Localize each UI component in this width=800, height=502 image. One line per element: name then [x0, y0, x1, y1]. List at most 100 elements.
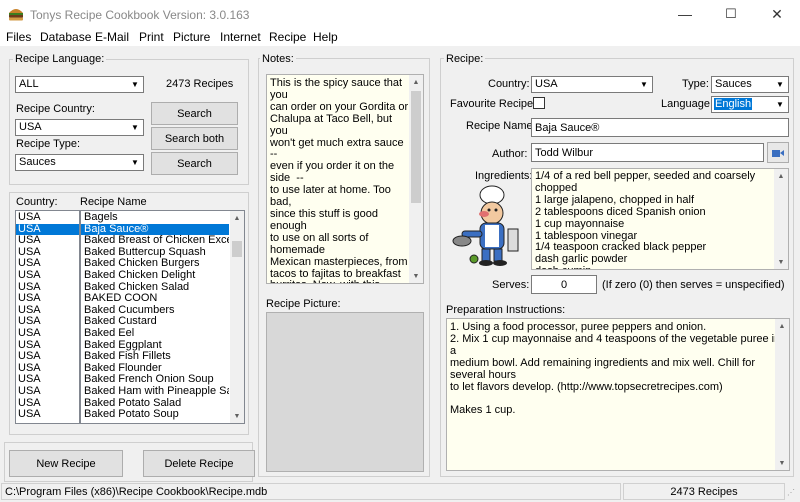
recipe-list-item[interactable]: Baked Eel	[81, 328, 229, 340]
country-list[interactable]: USA USA USA USA USA USA USA USA USA USA USA USA USA U…	[15, 210, 80, 424]
menu-recipe[interactable]: Recipe	[269, 30, 306, 44]
recipe-list-item[interactable]: Baked Cucumbers	[81, 305, 229, 317]
delete-recipe-button[interactable]: Delete Recipe	[143, 450, 255, 477]
recipe-name-input[interactable]: Baja Sauce®	[531, 118, 789, 137]
preparation-textarea[interactable]: 1. Using a food processor, puree peppers…	[446, 318, 790, 471]
ingredient-line: 1/4 of a red bell pepper, seeded and coa…	[535, 170, 759, 194]
notes-line: won't get much extra sauce --	[270, 136, 407, 161]
country-select[interactable]: USA ▼	[531, 76, 653, 93]
recipe-language-select[interactable]: ALL ▼	[15, 76, 144, 93]
recipe-list-item[interactable]: Baked Chicken Salad	[81, 282, 229, 294]
recipe-list-item[interactable]: Baked Chicken Burgers	[81, 258, 229, 270]
country-list-item[interactable]: USA	[16, 385, 79, 398]
maximize-button[interactable]: ☐	[708, 0, 754, 28]
menu-internet[interactable]: Internet	[220, 30, 261, 44]
scroll-down-icon[interactable]: ▼	[774, 255, 788, 269]
recipe-list-item[interactable]: Baked French Onion Soup	[81, 374, 229, 386]
recipe-list-item[interactable]: Baked Potato Salad	[81, 398, 229, 410]
notes-label: Notes:	[260, 53, 296, 65]
scroll-up-icon[interactable]: ▲	[774, 169, 788, 183]
recipe-list-item[interactable]: Baked Potato Soup	[81, 409, 229, 421]
menu-database[interactable]: Database	[40, 30, 91, 44]
search-type-button[interactable]: Search	[151, 152, 238, 175]
minimize-button[interactable]: —	[662, 0, 708, 28]
recipe-list-item[interactable]: Baked Fish Fillets	[81, 351, 229, 363]
type-select[interactable]: Sauces ▼	[711, 76, 789, 93]
favourite-recipe-checkbox[interactable]	[533, 97, 545, 109]
recipe-list-item[interactable]: Baked Ham with Pineapple Sauce	[81, 386, 229, 398]
notes-scrollbar[interactable]: ▲ ▼	[409, 75, 423, 283]
search-button[interactable]: Search	[151, 102, 238, 125]
preparation-line: 2. Mix 1 cup mayonnaise and 4 teaspoons …	[450, 332, 780, 357]
ingredients-textarea[interactable]: 1/4 of a red bell pepper, seeded and coa…	[531, 168, 789, 270]
country-list-item[interactable]: USA	[16, 269, 79, 282]
author-input[interactable]: Todd Wilbur	[531, 143, 764, 162]
recipe-list-item[interactable]: Baked Flounder	[81, 363, 229, 375]
recipe-type-select[interactable]: Sauces ▼	[15, 154, 144, 171]
column-country-header: Country:	[16, 196, 58, 208]
country-list-item[interactable]: USA	[16, 211, 79, 224]
author-lookup-button[interactable]	[767, 142, 789, 163]
recipe-picture-box[interactable]	[266, 312, 424, 472]
recipe-list-scrollbar[interactable]: ▲ ▼	[230, 211, 244, 423]
scroll-down-icon[interactable]: ▼	[230, 409, 244, 423]
recipe-country-select[interactable]: USA ▼	[15, 119, 144, 136]
status-db-path: C:\Program Files (x86)\Recipe Cookbook\R…	[1, 483, 621, 500]
recipe-list-item[interactable]: Bagels	[81, 212, 229, 224]
recipe-list-item[interactable]: Baked Custard	[81, 316, 229, 328]
column-recipe-name-header: Recipe Name	[80, 196, 147, 208]
type-value: Sauces	[715, 78, 752, 90]
menu-help[interactable]: Help	[313, 30, 338, 44]
author-label: Author:	[492, 148, 528, 160]
notes-textarea[interactable]: This is the spicy sauce that you can orde…	[266, 74, 424, 284]
scroll-thumb[interactable]	[411, 91, 421, 203]
chevron-down-icon: ▼	[776, 80, 784, 89]
scroll-down-icon[interactable]: ▼	[409, 269, 423, 283]
notes-line: burritos. Now, with this original	[270, 280, 410, 283]
new-recipe-button[interactable]: New Recipe	[9, 450, 123, 477]
menu-email[interactable]: E-Mail	[95, 30, 129, 44]
scroll-thumb[interactable]	[232, 241, 242, 257]
scroll-down-icon[interactable]: ▼	[775, 456, 789, 470]
recipe-country-label: Recipe Country:	[16, 103, 95, 115]
menu-picture[interactable]: Picture	[173, 30, 210, 44]
status-bar: C:\Program Files (x86)\Recipe Cookbook\R…	[0, 482, 800, 502]
scroll-up-icon[interactable]: ▲	[230, 211, 244, 225]
close-button[interactable]: ✕	[754, 0, 800, 28]
menu-print[interactable]: Print	[139, 30, 164, 44]
language-label: Language:	[661, 98, 713, 110]
preparation-scrollbar[interactable]: ▲ ▼	[775, 319, 789, 470]
recipe-language-label: Recipe Language:	[13, 53, 107, 65]
ingredient-line: 1 large jalapeno, chopped in half	[535, 193, 695, 206]
ingredient-line: dash cumin	[535, 265, 788, 269]
recipe-list-item[interactable]: Baja Sauce®	[81, 223, 229, 236]
recipe-list-item[interactable]: Baked Eggplant	[81, 340, 229, 352]
country-label: Country:	[488, 78, 530, 90]
recipe-list-item[interactable]: Baked Breast of Chicken Excelsior	[81, 235, 229, 247]
recipe-list-item[interactable]: Baked Chicken Delight	[81, 270, 229, 282]
recipe-count: 2473 Recipes	[166, 78, 234, 90]
scroll-up-icon[interactable]: ▲	[775, 319, 789, 333]
serves-hint: (If zero (0) then serves = unspecified)	[602, 279, 785, 291]
title-bar[interactable]: Tonys Recipe Cookbook Version: 3.0.163 —…	[0, 0, 800, 28]
recipe-picture-label: Recipe Picture:	[266, 298, 341, 310]
scroll-up-icon[interactable]: ▲	[409, 75, 423, 89]
recipe-label: Recipe:	[444, 53, 486, 65]
author-value: Todd Wilbur	[535, 147, 594, 159]
search-both-button[interactable]: Search both	[151, 127, 238, 150]
recipe-type-value: Sauces	[19, 156, 56, 168]
notes-line: to use on all sorts of homemade	[270, 231, 372, 256]
recipe-list-item[interactable]: Baked Buttercup Squash	[81, 247, 229, 259]
recipe-name-list[interactable]: Bagels Baja Sauce® Baked Breast of Chicken…	[80, 210, 245, 424]
preparation-instructions-label: Preparation Instructions:	[446, 304, 566, 316]
ingredient-line: 1 cup mayonnaise	[535, 217, 625, 230]
serves-input[interactable]: 0	[531, 275, 597, 294]
language-select[interactable]: English ▼	[711, 96, 789, 113]
ingredients-scrollbar[interactable]: ▲ ▼	[774, 169, 788, 269]
chevron-down-icon: ▼	[131, 123, 139, 132]
recipe-list-item[interactable]: BAKED COON	[81, 293, 229, 305]
menu-files[interactable]: Files	[6, 30, 31, 44]
country-list-item[interactable]: USA	[16, 327, 79, 340]
country-list-item[interactable]: USA	[16, 409, 79, 421]
resize-grip-icon[interactable]: ⋰	[787, 488, 795, 497]
